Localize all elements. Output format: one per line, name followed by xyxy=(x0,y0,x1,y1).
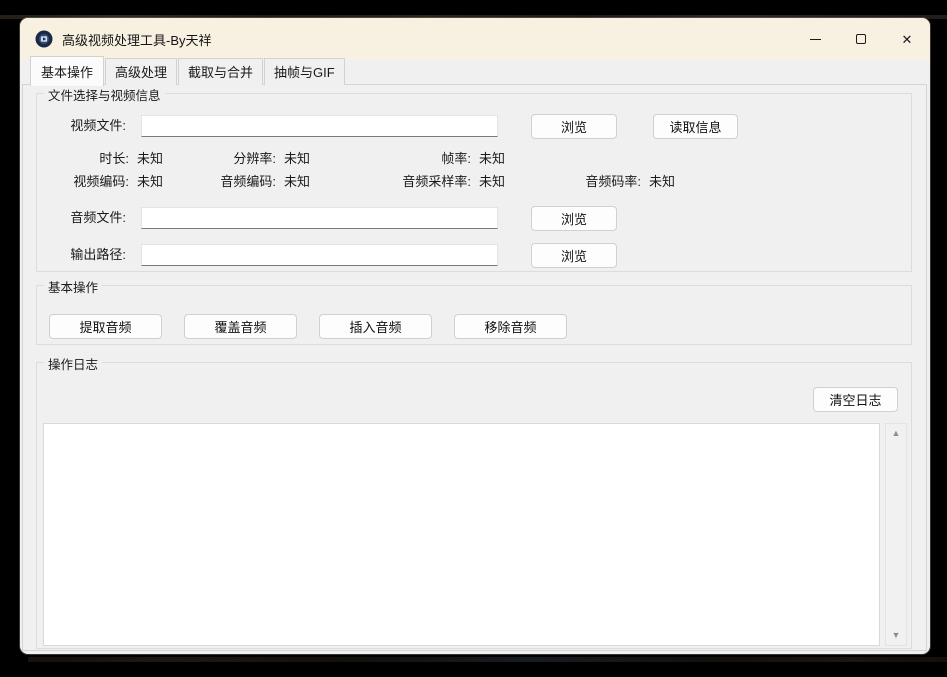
log-area: ▲ ▼ xyxy=(43,423,907,646)
tab-frames-and-gif[interactable]: 抽帧与GIF xyxy=(264,58,345,85)
output-path-input[interactable] xyxy=(141,244,498,266)
read-info-button[interactable]: 读取信息 xyxy=(653,114,738,139)
audio-browse-button[interactable]: 浏览 xyxy=(531,206,617,231)
tab-advanced-processing[interactable]: 高级处理 xyxy=(105,58,177,85)
audio-codec-value: 未知 xyxy=(284,174,310,190)
file-info-groupbox: 文件选择与视频信息 视频文件: 浏览 读取信息 时长: 未知 分辨率: 未知 帧… xyxy=(36,93,912,272)
log-scrollbar[interactable]: ▲ ▼ xyxy=(885,423,907,646)
tab-basic-operations[interactable]: 基本操作 xyxy=(30,56,104,86)
insert-audio-button[interactable]: 插入音频 xyxy=(319,314,432,339)
resolution-label: 分辨率: xyxy=(157,151,276,167)
tab-bar: 基本操作 高级处理 截取与合并 抽帧与GIF xyxy=(30,58,346,85)
scroll-down-icon[interactable]: ▼ xyxy=(892,631,901,640)
log-textarea[interactable] xyxy=(43,423,880,646)
audio-file-label: 音频文件: xyxy=(37,207,126,229)
output-path-label: 输出路径: xyxy=(37,244,126,266)
audio-file-input[interactable] xyxy=(141,207,498,229)
audio-bitrate-label: 音频码率: xyxy=(517,174,641,190)
clear-log-button[interactable]: 清空日志 xyxy=(813,387,898,412)
tab-content-basic-operations: 文件选择与视频信息 视频文件: 浏览 读取信息 时长: 未知 分辨率: 未知 帧… xyxy=(22,84,927,651)
minimize-icon xyxy=(810,39,821,40)
video-file-input[interactable] xyxy=(141,115,498,137)
background-window-edge-bottom xyxy=(28,657,947,662)
scroll-up-icon[interactable]: ▲ xyxy=(892,429,901,438)
maximize-button[interactable] xyxy=(838,18,884,60)
close-icon: ✕ xyxy=(902,33,913,46)
log-group-title: 操作日志 xyxy=(44,354,102,373)
app-icon xyxy=(35,30,53,48)
video-codec-label: 视频编码: xyxy=(37,174,129,190)
file-info-group-title: 文件选择与视频信息 xyxy=(44,85,165,104)
video-browse-button[interactable]: 浏览 xyxy=(531,114,617,139)
audio-samplerate-value: 未知 xyxy=(479,174,505,190)
window-title: 高级视频处理工具-By天祥 xyxy=(62,30,212,49)
duration-label: 时长: xyxy=(37,151,129,167)
overwrite-audio-button[interactable]: 覆盖音频 xyxy=(184,314,297,339)
extract-audio-button[interactable]: 提取音频 xyxy=(49,314,162,339)
framerate-value: 未知 xyxy=(479,151,505,167)
basic-operations-groupbox: 基本操作 提取音频 覆盖音频 插入音频 移除音频 xyxy=(36,285,912,345)
app-window: 高级视频处理工具-By天祥 ✕ 基本操作 高级处理 截取与合并 抽帧与GIF 文… xyxy=(20,18,930,654)
titlebar[interactable]: 高级视频处理工具-By天祥 ✕ xyxy=(20,18,930,60)
framerate-label: 帧率: xyxy=(337,151,471,167)
basic-operations-group-title: 基本操作 xyxy=(44,277,102,296)
maximize-icon xyxy=(856,34,866,44)
output-browse-button[interactable]: 浏览 xyxy=(531,243,617,268)
video-file-label: 视频文件: xyxy=(37,115,126,137)
audio-bitrate-value: 未知 xyxy=(649,174,675,190)
window-controls: ✕ xyxy=(792,18,930,60)
audio-codec-label: 音频编码: xyxy=(157,174,276,190)
tab-cut-and-merge[interactable]: 截取与合并 xyxy=(178,58,263,85)
close-button[interactable]: ✕ xyxy=(884,18,930,60)
resolution-value: 未知 xyxy=(284,151,310,167)
log-groupbox: 操作日志 清空日志 ▲ ▼ xyxy=(36,362,912,649)
minimize-button[interactable] xyxy=(792,18,838,60)
remove-audio-button[interactable]: 移除音频 xyxy=(454,314,567,339)
audio-samplerate-label: 音频采样率: xyxy=(337,174,471,190)
